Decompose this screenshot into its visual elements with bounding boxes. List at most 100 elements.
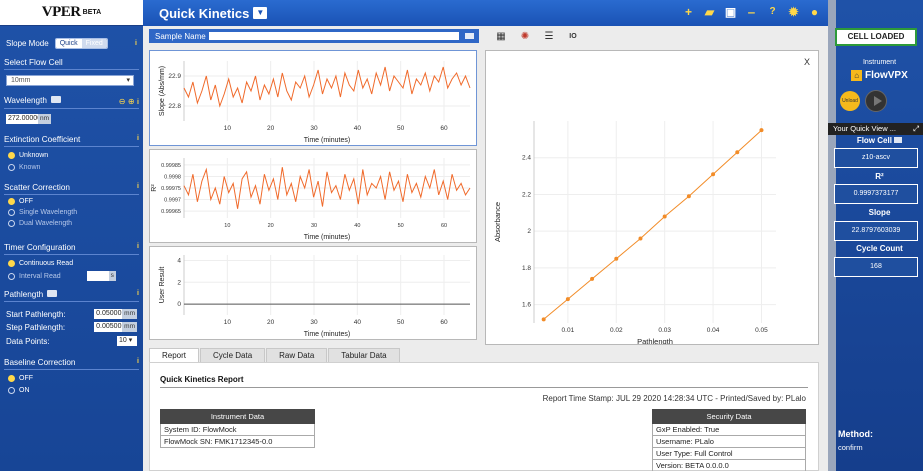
wavelength-input[interactable]: 272.00000 [6,114,41,124]
info-icon[interactable]: i [137,290,139,299]
security-data-table: Security Data GxP Enabled: True Username… [652,409,806,471]
y-tick-label: 4 [177,257,181,264]
scatter-single-radio[interactable]: Single Wavelength [8,209,77,216]
timer-continuous-radio[interactable]: Continuous Read [8,260,73,267]
x-tick-label: 0.03 [658,327,671,334]
step-pathlength-row: Step Pathlength: 0.00500 mm [6,322,137,332]
x-tick-label: 20 [267,319,275,326]
radio-selected-icon [8,198,15,205]
slope-chart: 10 20 30 40 50 60 22.8 22.9 Time (minutes) Slope … [159,61,471,144]
step-pathlength-unit: mm [122,322,137,332]
timer-section: Timer Configuration i [4,243,139,255]
add-icon[interactable]: + [681,4,696,19]
home-icon: ⌂ [851,70,863,81]
keypad-icon[interactable] [465,33,474,39]
table-row: Version: BETA 0.0.0.0 [652,459,806,471]
slope-mode-quick[interactable]: Quick [55,39,82,48]
play-icon[interactable] [865,90,887,112]
quick-view-label: Your Quick View ... [833,124,896,133]
cycle-count-value: 168 [834,257,918,277]
logo-text: VPER [41,4,81,20]
tab-cycle-data[interactable]: Cycle Data [200,348,266,362]
data-points-row: Data Points: 10 ▾ [6,336,137,346]
scatter-dual-label: Dual Wavelength [19,220,73,227]
keypad-icon[interactable] [894,137,903,143]
left-sidebar: VPER BETA Slope Mode Quick Fixed i Selec… [0,0,143,471]
minus-icon[interactable]: ‒ [744,4,759,19]
tab-report[interactable]: Report [149,348,200,362]
instrument-label: Instrument [862,59,897,66]
y-axis-label: User Result [159,267,166,304]
y-tick-label: 0.9998 [164,174,181,180]
scatter-off-radio[interactable]: OFF [8,198,33,205]
tab-raw-data[interactable]: Raw Data [266,348,328,362]
sample-name-input[interactable] [209,32,459,40]
table-row: GxP Enabled: True [652,423,806,436]
x-tick-label: 60 [440,319,448,326]
flow-cell-heading: Flow Cell [836,136,923,145]
info-icon[interactable]: i [135,40,137,47]
flow-cell-select[interactable]: 10mm ▾ [6,75,134,86]
radio-selected-icon [8,375,15,382]
extinction-unknown-radio[interactable]: Unknown [8,152,48,159]
list-icon[interactable]: ☰ [543,30,555,42]
info-icon[interactable]: i [137,243,139,252]
timer-interval-radio[interactable]: Interval Read s [8,271,116,281]
r2-heading: R² [875,172,884,181]
info-icon[interactable]: i [137,183,139,192]
info-icon[interactable]: i [137,358,139,367]
start-pathlength-row: Start Pathlength: 0.05000 mm [6,309,137,319]
absorbance-chart-panel: X 0.01 0.02 0.03 0.04 0.05 1.6 1.8 2 2.2 2.4 Pathl… [485,50,819,346]
baseline-on-label: ON [19,387,30,394]
scatter-dual-radio[interactable]: Dual Wavelength [8,220,72,227]
unload-button[interactable]: Unload [840,91,860,111]
help-icon[interactable]: ? [765,4,780,19]
keypad-icon[interactable] [47,290,58,297]
chevron-down-icon[interactable]: ▼ [253,7,268,19]
instrument-name: FlowVPX [864,70,908,81]
start-pathlength-input[interactable]: 0.05000 [94,309,123,319]
slope-mode-toggle[interactable]: Quick Fixed [54,38,108,49]
x-tick-label: 20 [267,125,275,132]
slope-mode-fixed[interactable]: Fixed [81,39,107,48]
right-panel: CELL LOADED Instrument ⌂ FlowVPX Unload … [828,0,923,471]
extinction-known-radio[interactable]: Known [8,164,40,171]
info-icon[interactable]: i [137,135,139,144]
tab-tabular-data[interactable]: Tabular Data [328,348,400,362]
method-label: Method: [838,429,873,439]
close-icon[interactable]: X [804,57,810,67]
save-icon[interactable]: ▣ [723,4,738,19]
user-icon[interactable]: ● [807,4,822,19]
x-tick-label: 40 [354,125,362,132]
radio-icon [8,387,15,394]
keypad-icon[interactable] [50,96,61,103]
y-axis-label: R² [151,184,158,192]
series-line [543,129,762,320]
extinction-section: Extinction Coefficient i [4,135,139,147]
expand-icon[interactable]: ⤢ [913,123,919,135]
baseline-on-radio[interactable]: ON [8,387,30,394]
chart-toolbar: ▦ ✺ ☰ IO [495,30,579,42]
scatter-section: Scatter Correction i [4,183,139,195]
y-tick-label: 0.99985 [161,163,181,169]
data-points-select[interactable]: 10 ▾ [117,336,137,346]
scatter-single-label: Single Wavelength [19,209,78,216]
cell-loaded-button[interactable]: CELL LOADED [835,28,917,46]
step-pathlength-input[interactable]: 0.00500 [94,322,123,332]
y-tick-label: 22.9 [168,73,181,80]
wavelength-section: Wavelength ⊖ ⊕ i [4,96,139,109]
pathlength-label: Pathlength [4,290,58,299]
folder-icon[interactable]: ▰ [702,4,717,19]
start-pathlength-label: Start Pathlength: [6,309,66,319]
x-tick-label: 0.04 [707,327,720,334]
gear-icon[interactable]: ✹ [786,4,801,19]
settings-alert-icon[interactable]: ✺ [519,30,531,42]
baseline-off-radio[interactable]: OFF [8,375,33,382]
io-icon[interactable]: IO [567,30,579,42]
chevron-down-icon: ▾ [126,77,130,84]
y-axis-label: Absorbance [493,202,502,242]
flow-cell-label: Select Flow Cell [4,58,63,67]
calculator-icon[interactable]: ▦ [495,30,507,42]
interval-input[interactable] [86,271,109,281]
r2-chart-panel: 10 20 30 40 50 60 0.99965 0.9997 0.99975 0.9998 0.… [149,149,477,243]
